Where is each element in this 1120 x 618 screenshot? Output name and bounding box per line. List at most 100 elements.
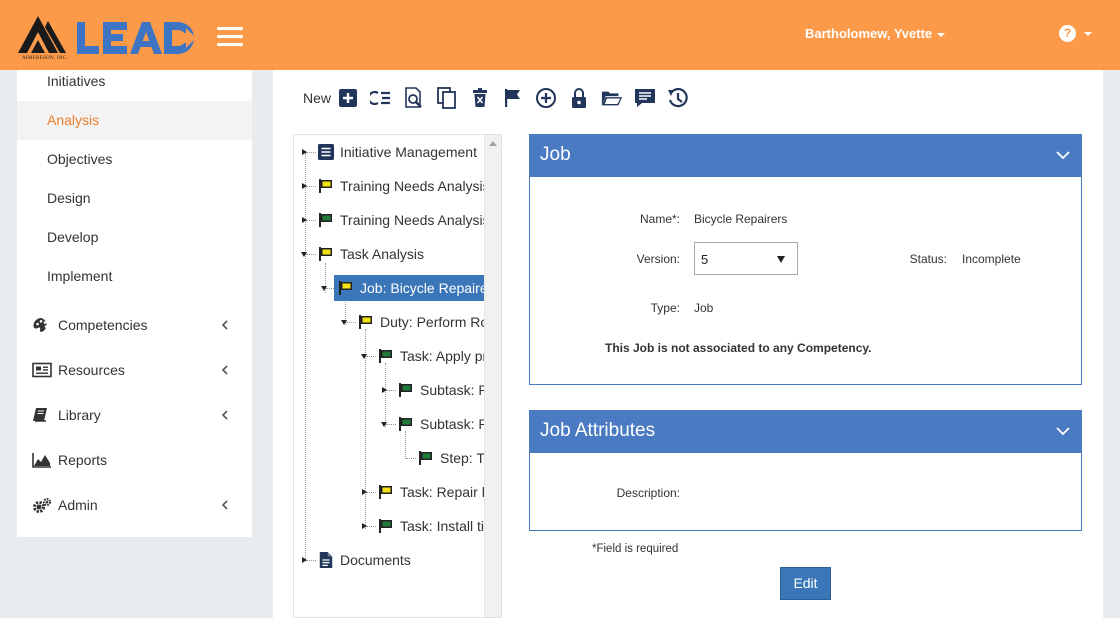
sidebar-item-objectives[interactable]: Objectives [17,140,252,179]
tree-node-duty-perform-routine[interactable]: Duty: Perform Routi [341,310,501,334]
tree-node-documents[interactable]: Documents [302,548,411,572]
expand-arrow-icon[interactable] [302,149,307,155]
job-attributes-panel: Job Attributes Description: [529,410,1082,531]
copy-button[interactable] [436,87,458,109]
sidebar-item-implement[interactable]: Implement [17,257,252,296]
sidebar-item-design[interactable]: Design [17,179,252,218]
collapse-arrow-icon[interactable] [301,252,307,257]
sidebar-item-label: Competencies [58,317,148,333]
folder-open-icon [601,91,623,106]
caret-down-icon [1084,31,1092,36]
tree-node-label: Initiative Management [340,144,477,160]
sidebar: Initiatives Analysis Objectives Design D… [17,70,252,537]
collapse-arrow-icon[interactable] [341,320,347,325]
history-button[interactable] [667,87,689,109]
analysis-tree: Initiative Management Training Needs Ana… [293,134,502,618]
sidebar-item-competencies[interactable]: Competencies [17,305,252,345]
sidebar-item-label: Reports [58,452,108,468]
expand-arrow-icon[interactable] [302,217,307,223]
tree-node-task-analysis[interactable]: Task Analysis [301,242,424,266]
comment-icon [635,89,656,107]
competency-note: This Job is not associated to any Compet… [605,341,872,355]
collapse-arrow-icon[interactable] [361,354,367,359]
expand-arrow-icon[interactable] [362,523,367,529]
flag-button[interactable] [502,87,524,109]
checklist-icon [370,90,391,106]
tree-node-label: Documents [340,552,411,568]
tree-node-label: Training Needs Analysis (C [340,178,502,194]
sidebar-item-label: Library [58,407,101,423]
job-panel: Job Name*: Bicycle Repairers Version: 5 … [529,134,1082,385]
list-doc-icon [318,144,334,160]
comment-button[interactable] [634,87,656,109]
edit-button[interactable]: Edit [780,567,831,600]
sidebar-item-analysis[interactable]: Analysis [17,101,252,140]
caret-down-icon [937,32,946,37]
user-menu[interactable]: Bartholomew, Yvette [805,26,946,41]
flag-icon [505,89,521,107]
sidebar-item-label: Implement [47,268,113,284]
version-select[interactable]: 5 [694,242,798,275]
inspect-icon [405,87,422,108]
flag-yellow-icon [359,315,372,329]
hamburger-menu-icon[interactable] [217,27,243,47]
sidebar-item-label: Admin [58,497,98,513]
sidebar-item-label: Develop [47,229,99,245]
tree-scrollbar[interactable] [484,135,501,617]
job-panel-header[interactable]: Job [530,135,1081,177]
version-label: Version: [636,252,680,266]
name-value: Bicycle Repairers [694,212,788,226]
sidebar-item-admin[interactable]: Admin [17,485,252,525]
chevron-left-icon [221,500,228,510]
version-value: 5 [701,252,709,267]
collapse-arrow-icon[interactable] [381,422,387,427]
tree-node-training-needs-analysis[interactable]: Training Needs Analysis [302,208,490,232]
lock-icon [572,88,587,108]
question-icon: ? [1059,25,1076,43]
chevron-down-icon[interactable] [1055,148,1071,162]
expand-arrow-icon[interactable] [382,387,387,393]
tree-node-training-needs-analysis-c[interactable]: Training Needs Analysis (C [302,174,502,198]
chevron-down-icon[interactable] [1055,424,1071,438]
book-icon [32,406,54,424]
expand-arrow-icon[interactable] [362,489,367,495]
sidebar-item-reports[interactable]: Reports [17,440,252,480]
main-content: New Initiative Management Training Needs… [273,70,1103,618]
job-attributes-header[interactable]: Job Attributes [530,411,1081,453]
flag-yellow-icon [339,281,352,295]
flag-green-icon [419,451,432,465]
expand-arrow-icon[interactable] [302,183,307,189]
help-menu[interactable]: ? [1059,25,1092,43]
add-icon [339,89,358,107]
sidebar-item-develop[interactable]: Develop [17,218,252,257]
tree-node-job-bicycle-repairers[interactable]: Job: Bicycle Repairers [321,275,501,301]
sidebar-item-label: Analysis [47,112,100,128]
flag-green-icon [319,213,332,227]
add-button[interactable] [337,87,359,109]
delete-icon [473,88,488,107]
top-header: AIMERESON, INC. Bartholomew, Yvette ? [0,0,1120,70]
tree-node-initiative-management[interactable]: Initiative Management [302,140,477,164]
toolbar: New [303,87,700,109]
copy-icon [437,87,456,109]
inspect-button[interactable] [403,87,425,109]
flag-yellow-icon [319,179,332,193]
open-folder-button[interactable] [601,87,623,109]
delete-button[interactable] [469,87,491,109]
checklist-button[interactable] [370,87,392,109]
name-label: Name*: [639,212,680,226]
expand-arrow-icon[interactable] [302,557,307,563]
dropdown-arrow-icon [777,256,785,263]
sidebar-item-library[interactable]: Library [17,395,252,435]
chevron-left-icon [221,320,228,330]
required-note: *Field is required [592,543,679,555]
sidebar-item-resources[interactable]: Resources [17,350,252,390]
status-value: Incomplete [962,252,1021,266]
history-icon [668,88,688,108]
sidebar-item-label: Objectives [47,151,113,167]
add-circle-button[interactable] [535,87,557,109]
scroll-up-arrow-icon[interactable] [489,141,497,146]
lock-button[interactable] [568,87,590,109]
flag-yellow-icon [319,247,332,261]
collapse-arrow-icon[interactable] [321,286,327,291]
